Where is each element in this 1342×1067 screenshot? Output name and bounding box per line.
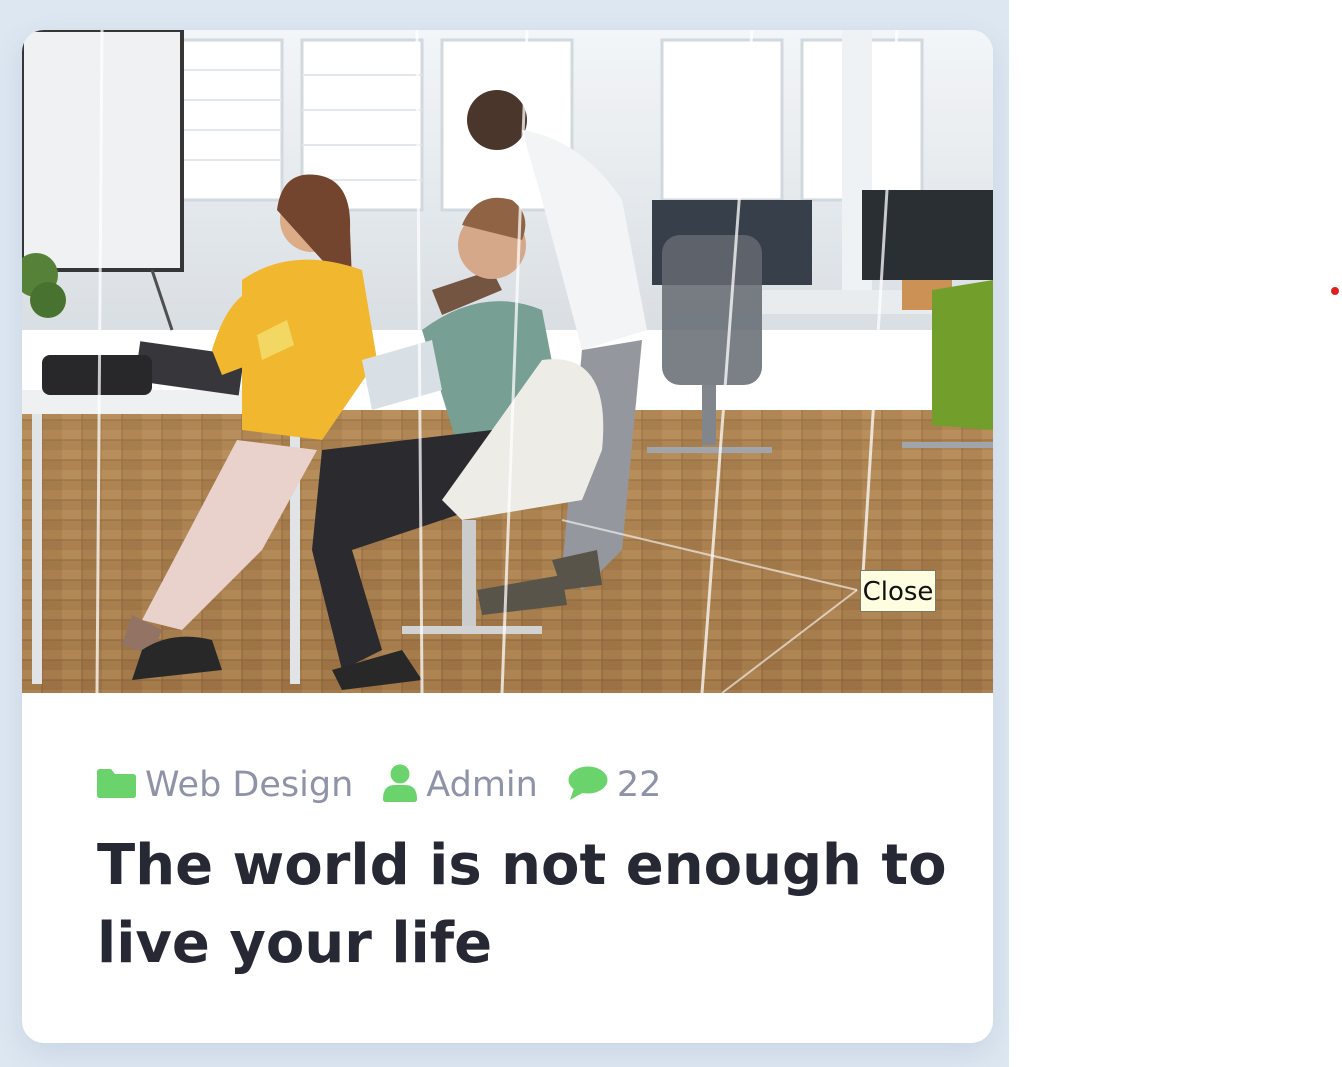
- meta-author[interactable]: Admin: [383, 764, 538, 807]
- folder-icon: [97, 768, 136, 803]
- close-button[interactable]: Close: [860, 570, 936, 612]
- office-photo: [22, 30, 993, 693]
- page-background: Close Web Design Admin 22 The world is n…: [0, 0, 1009, 1067]
- meta-comments[interactable]: 22: [568, 765, 662, 805]
- user-icon: [383, 764, 418, 807]
- blog-card-image[interactable]: Close: [22, 30, 993, 693]
- meta-category[interactable]: Web Design: [97, 765, 353, 805]
- comment-bubble-icon: [568, 766, 608, 805]
- red-dot-marker: [1331, 287, 1339, 295]
- post-meta: Web Design Admin 22: [97, 764, 691, 807]
- comment-count[interactable]: 22: [617, 765, 662, 805]
- category-label[interactable]: Web Design: [145, 765, 353, 805]
- author-label[interactable]: Admin: [426, 765, 538, 805]
- blog-card[interactable]: Close Web Design Admin 22 The world is n…: [22, 30, 993, 1043]
- post-title[interactable]: The world is not enough to live your lif…: [97, 827, 947, 983]
